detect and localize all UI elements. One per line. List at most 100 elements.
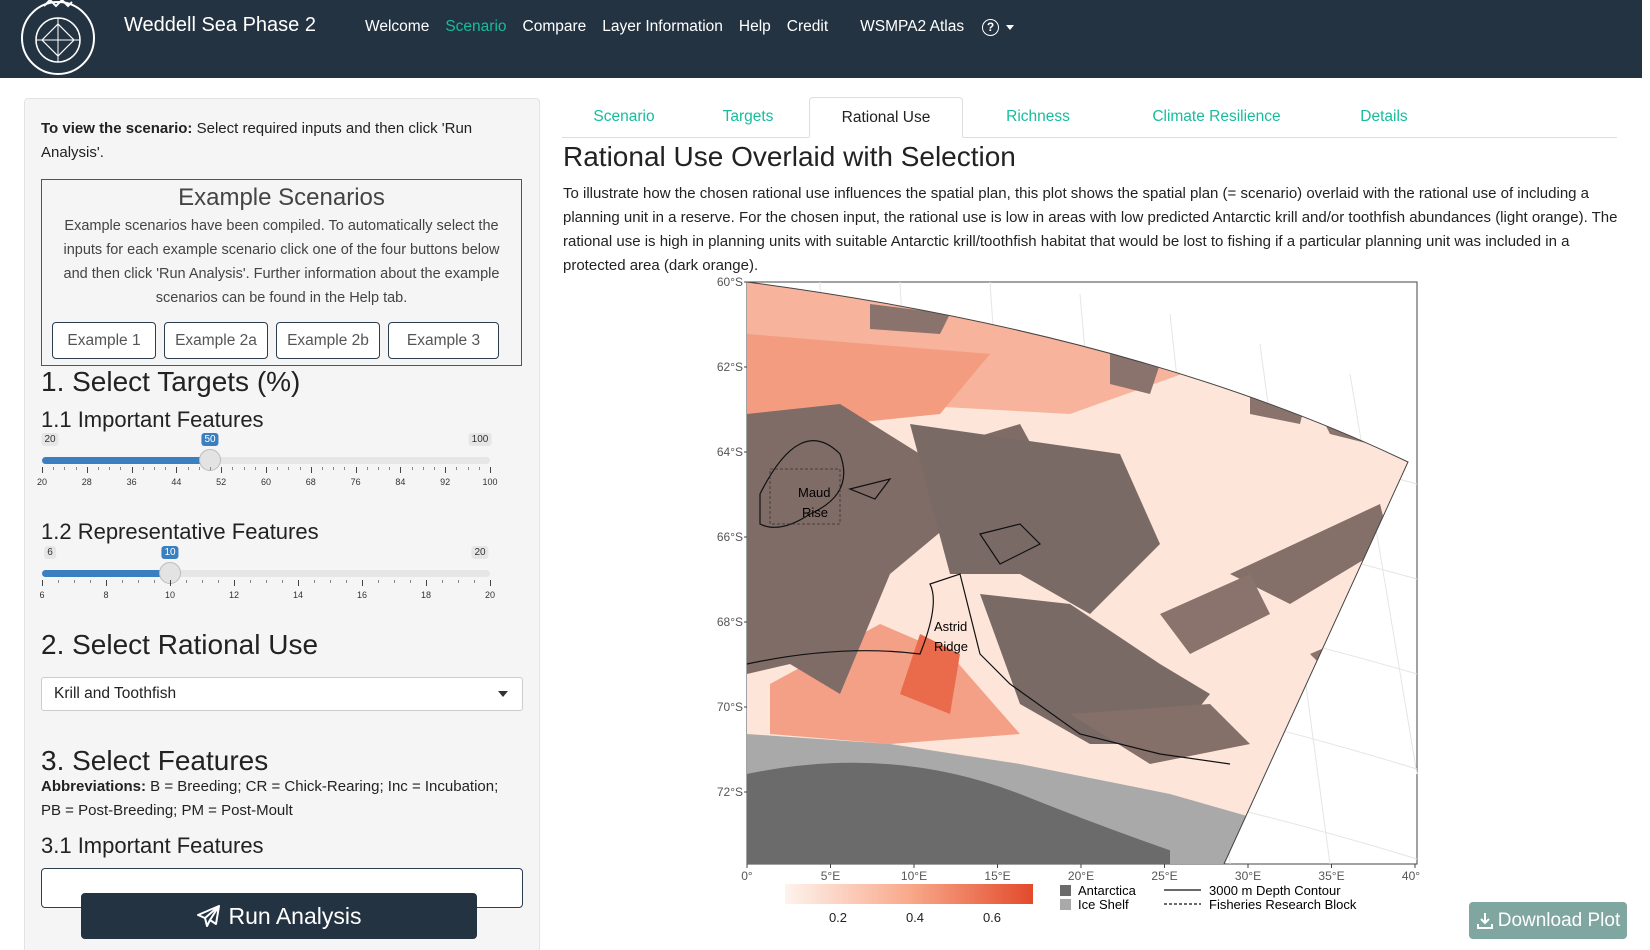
slider-minor-tick bbox=[58, 580, 59, 583]
run-analysis-button[interactable]: Run Analysis bbox=[81, 893, 477, 939]
sidebar-panel: To view the scenario: Select required in… bbox=[24, 98, 540, 950]
slider-minor-tick bbox=[90, 580, 91, 583]
slider-minor-tick bbox=[434, 467, 435, 470]
slider-tick-label: 52 bbox=[216, 477, 227, 487]
nav-help[interactable]: Help bbox=[739, 18, 771, 36]
slider-minor-tick bbox=[53, 467, 55, 470]
legend-antarctica-swatch bbox=[1060, 885, 1071, 896]
slider-minor-tick bbox=[314, 580, 315, 583]
slider-minor-tick bbox=[74, 580, 75, 583]
slider-tick-label: 12 bbox=[228, 590, 240, 600]
map-plot: Maud Rise Astrid Ridge 60°S62°S64°S66°S6… bbox=[717, 275, 1428, 925]
slider-minor-tick bbox=[266, 580, 267, 583]
slider-ticks: 6 8 10 12 14 16 18 20 bbox=[39, 580, 524, 610]
slider-minor-tick bbox=[378, 580, 379, 583]
tab-scenario[interactable]: Scenario bbox=[562, 97, 686, 138]
slider-minor-tick bbox=[389, 467, 391, 470]
slider-minor-tick bbox=[98, 467, 99, 470]
slider-minor-tick bbox=[75, 467, 77, 470]
representative-features-slider[interactable]: 6 20 10 6 8 10 12 14 16 18 20 bbox=[39, 546, 524, 606]
tab-targets[interactable]: Targets bbox=[686, 97, 810, 138]
slider-minor-tick bbox=[154, 580, 155, 583]
slider-tick bbox=[176, 467, 178, 473]
nav-layer-information[interactable]: Layer Information bbox=[602, 18, 723, 36]
slider-value-badge: 50 bbox=[201, 433, 219, 446]
nav-atlas[interactable]: WSMPA2 Atlas bbox=[860, 18, 964, 36]
tab-richness[interactable]: Richness bbox=[963, 97, 1113, 138]
slider-tick-label: 8 bbox=[103, 590, 109, 600]
example-scenarios-title: Example Scenarios bbox=[178, 184, 385, 211]
slider-max-badge: 20 bbox=[471, 546, 489, 559]
navbar: Weddell Sea Phase 2 Welcome Scenario Com… bbox=[0, 0, 1642, 78]
nav-scenario[interactable]: Scenario bbox=[445, 18, 506, 36]
section-select-features: 3. Select Features bbox=[41, 745, 269, 776]
slider-tick bbox=[131, 467, 133, 473]
slider-minor-tick bbox=[458, 580, 459, 583]
caret-down-icon bbox=[1006, 24, 1015, 30]
slider-minor-tick bbox=[422, 467, 424, 470]
slider-tick-label: 60 bbox=[260, 477, 272, 487]
slider-tick bbox=[221, 467, 223, 473]
colorbar-ticks: 0.2 0.4 0.6 bbox=[829, 904, 1001, 925]
example-1-button[interactable]: Example 1 bbox=[52, 322, 156, 359]
slider-tick bbox=[355, 467, 357, 473]
slider-tick bbox=[490, 580, 491, 586]
slider-minor-tick bbox=[456, 467, 458, 470]
brand-title[interactable]: Weddell Sea Phase 2 bbox=[124, 14, 316, 37]
slider-tick bbox=[42, 467, 43, 473]
slider-minor-tick bbox=[282, 580, 283, 583]
nav-credit[interactable]: Credit bbox=[787, 18, 828, 36]
lat-label: 68°S bbox=[717, 615, 743, 629]
slider-minor-tick bbox=[378, 467, 379, 470]
lon-label: 0° bbox=[741, 869, 753, 883]
slider-minor-tick bbox=[394, 580, 395, 583]
slider-minor-tick bbox=[474, 580, 475, 583]
lat-label: 66°S bbox=[717, 530, 743, 544]
nav-compare[interactable]: Compare bbox=[523, 18, 587, 36]
example-2b-button[interactable]: Example 2b bbox=[276, 322, 380, 359]
slider-tick bbox=[106, 580, 107, 586]
rational-use-select[interactable]: Krill and Toothfish bbox=[41, 677, 523, 711]
latitude-labels: 60°S 62°S 64°S 66°S 68°S 70°S 72°S bbox=[717, 275, 747, 799]
slider-minor-tick bbox=[165, 467, 167, 470]
example-3-button[interactable]: Example 3 bbox=[388, 322, 499, 359]
tab-details[interactable]: Details bbox=[1320, 97, 1448, 138]
lon-label: 5°E bbox=[821, 869, 840, 883]
slider-tick bbox=[42, 580, 43, 586]
slider-tick-label: 18 bbox=[420, 590, 432, 600]
norwegian-polar-institute-logo[interactable] bbox=[10, 0, 112, 76]
slider-tick-label: 20 bbox=[484, 590, 496, 600]
result-tabs: Scenario Targets Rational Use Richness C… bbox=[562, 97, 1617, 138]
slider-minor-tick bbox=[366, 467, 368, 470]
slider-tick-label: 16 bbox=[356, 590, 368, 600]
rational-use-selected-value: Krill and Toothfish bbox=[54, 685, 177, 702]
slider-minor-tick bbox=[410, 580, 411, 583]
legend-contour: 3000 m Depth Contour bbox=[1209, 883, 1341, 898]
help-dropdown[interactable]: ? bbox=[982, 18, 1015, 36]
slider-value-badge: 10 bbox=[161, 546, 179, 559]
lon-label: 15°E bbox=[984, 869, 1010, 883]
slider-minor-tick bbox=[299, 467, 301, 470]
important-features-slider[interactable]: 20 100 50 20 28 36 44 52 60 68 76 84 92 100 bbox=[37, 433, 524, 493]
example-2a-button[interactable]: Example 2a bbox=[164, 322, 268, 359]
legend-ice-shelf: Ice Shelf bbox=[1078, 897, 1129, 912]
slider-minor-tick bbox=[344, 467, 346, 470]
slider-max-badge: 100 bbox=[468, 433, 492, 446]
slider-minor-tick bbox=[154, 467, 155, 470]
label-astrid: Astrid bbox=[934, 619, 967, 634]
download-plot-button[interactable]: Download Plot bbox=[1469, 902, 1627, 939]
slider-tick-label: 28 bbox=[81, 477, 92, 487]
lat-label: 64°S bbox=[717, 445, 743, 459]
slider-tick-label: 14 bbox=[292, 590, 304, 600]
lon-label: 30°E bbox=[1235, 869, 1261, 883]
nav-welcome[interactable]: Welcome bbox=[365, 18, 429, 36]
slider-tick bbox=[362, 580, 363, 586]
slider-minor-tick bbox=[411, 467, 413, 470]
tab-climate-resilience[interactable]: Climate Resilience bbox=[1113, 97, 1320, 138]
tab-rational-use[interactable]: Rational Use bbox=[809, 97, 963, 138]
slider-minor-tick bbox=[254, 467, 256, 470]
legend-fisheries: Fisheries Research Block bbox=[1209, 897, 1357, 912]
slider-minor-tick bbox=[333, 467, 335, 470]
caret-down-icon bbox=[498, 691, 508, 697]
plot-description: To illustrate how the chosen rational us… bbox=[563, 185, 1618, 274]
